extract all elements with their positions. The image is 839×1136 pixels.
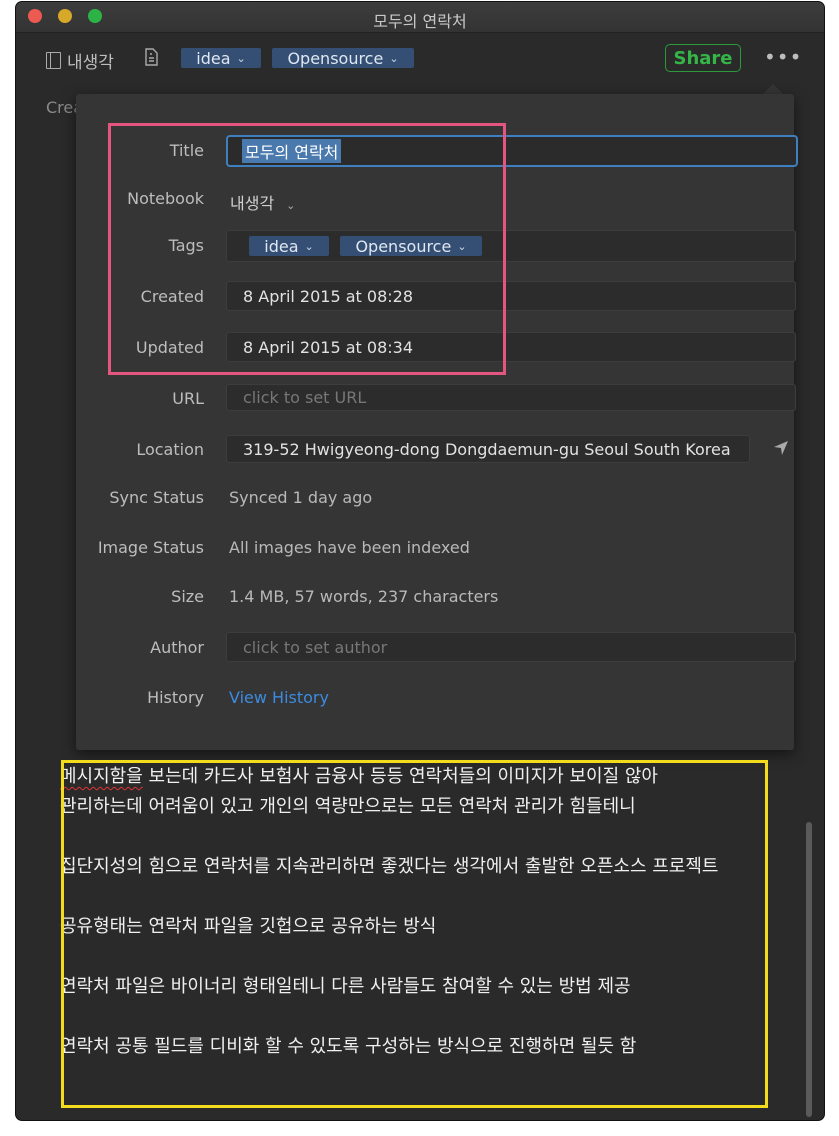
more-options-button[interactable]: ••• [764,45,802,69]
size-value: 1.4 MB, 57 words, 237 characters [229,587,499,606]
toolbar-tag-idea[interactable]: idea ⌄ [181,48,261,68]
tag-label: Opensource [287,48,384,68]
window-title: 모두의 연락처 [373,12,467,31]
toolbar-tag-opensource[interactable]: Opensource ⌄ [272,48,414,68]
author-placeholder: click to set author [243,637,388,657]
history-label: History [147,688,204,707]
location-arrow-icon[interactable] [772,439,790,457]
size-label: Size [171,587,204,606]
url-input[interactable]: click to set URL [226,384,796,411]
image-status-label: Image Status [97,538,204,557]
notebook-icon [46,52,61,69]
notebook-selector[interactable]: 내생각 [46,48,114,73]
url-label: URL [172,389,204,408]
sync-status-label: Sync Status [109,488,204,507]
yellow-highlight-box [61,760,768,1108]
location-value: 319-52 Hwigyeong-dong Dongdaemun-gu Seou… [243,439,731,459]
author-input[interactable]: click to set author [226,632,796,662]
url-placeholder: click to set URL [243,388,367,407]
view-history-link[interactable]: View History [229,688,329,707]
chevron-down-icon: ⌄ [236,51,246,65]
vertical-scrollbar[interactable] [806,822,812,1117]
note-info-icon[interactable] [144,48,158,66]
sync-status-value: Synced 1 day ago [229,488,373,507]
pink-highlight-box [108,123,506,375]
location-label: Location [136,440,204,459]
tag-label: idea [196,48,231,68]
title-bar: 모두의 연락처 [16,2,824,33]
author-label: Author [150,638,204,657]
share-button[interactable]: Share [665,44,741,72]
notebook-label: 내생각 [67,53,114,73]
chevron-down-icon: ⌄ [389,51,399,65]
location-field[interactable]: 319-52 Hwigyeong-dong Dongdaemun-gu Seou… [226,435,750,463]
note-toolbar: 내생각 idea ⌄ Opensource ⌄ Share ••• [16,33,824,87]
image-status-value: All images have been indexed [229,538,470,557]
